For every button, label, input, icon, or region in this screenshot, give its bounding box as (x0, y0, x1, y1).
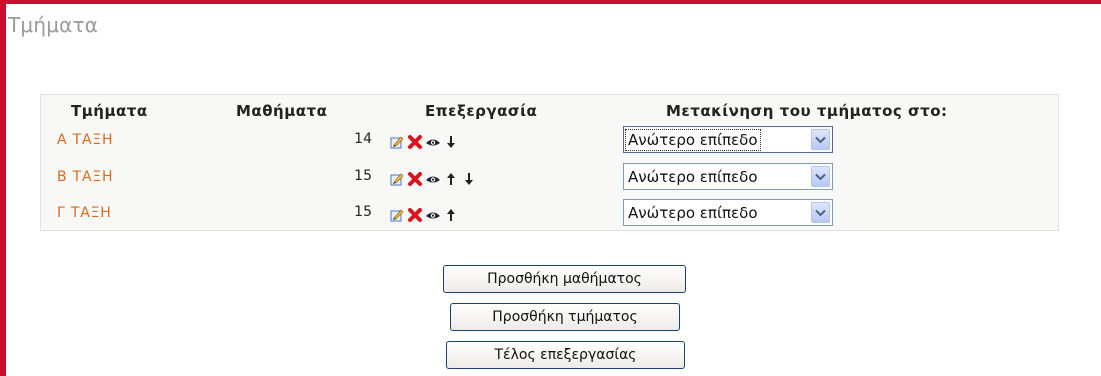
course-count: 15 (354, 204, 372, 220)
edit-actions (389, 206, 461, 224)
chevron-down-icon[interactable] (811, 129, 830, 150)
visibility-eye-icon[interactable] (425, 134, 443, 150)
edit-actions (389, 133, 461, 151)
column-header-categories: Τμήματα (71, 102, 148, 120)
move-to-selected-value: Ανώτερο επίπεδο (628, 204, 758, 222)
column-header-move-to: Μετακίνηση του τμήματος στο: (666, 102, 948, 120)
table-row: Γ ΤΑΞΗ 15 Ανώτερο επίπεδο (0, 199, 1101, 229)
move-to-select[interactable]: Ανώτερο επίπεδο (623, 199, 833, 226)
finish-editing-button[interactable]: Τέλος επεξεργασίας (446, 341, 685, 369)
add-course-button[interactable]: Προσθήκη μαθήματος (443, 265, 686, 293)
move-down-icon[interactable] (443, 134, 461, 150)
course-count: 15 (354, 168, 372, 184)
delete-icon[interactable] (407, 171, 425, 187)
move-up-icon[interactable] (443, 171, 461, 187)
category-link[interactable]: Β ΤΑΞΗ (57, 169, 113, 185)
course-count: 14 (354, 131, 372, 147)
move-to-selected-value: Ανώτερο επίπεδο (625, 129, 761, 151)
table-row: Α ΤΑΞΗ 14 Ανώτερο επίπεδο (0, 126, 1101, 156)
window-top-border (0, 0, 1101, 4)
delete-icon[interactable] (407, 134, 425, 150)
category-link[interactable]: Γ ΤΑΞΗ (57, 205, 112, 221)
visibility-eye-icon[interactable] (425, 207, 443, 223)
edit-actions (389, 170, 479, 188)
add-category-button[interactable]: Προσθήκη τμήματος (450, 303, 680, 331)
move-to-selected-value: Ανώτερο επίπεδο (628, 168, 758, 186)
chevron-down-icon[interactable] (811, 202, 830, 223)
move-up-icon[interactable] (443, 207, 461, 223)
edit-icon[interactable] (389, 171, 407, 187)
move-to-select[interactable]: Ανώτερο επίπεδο (623, 163, 833, 190)
column-header-courses: Μαθήματα (236, 102, 328, 120)
table-row: Β ΤΑΞΗ 15 Ανώτερο επίπεδο (0, 163, 1101, 193)
column-header-edit: Επεξεργασία (425, 102, 538, 120)
category-link[interactable]: Α ΤΑΞΗ (57, 132, 113, 148)
move-down-icon[interactable] (461, 171, 479, 187)
edit-icon[interactable] (389, 134, 407, 150)
move-to-select[interactable]: Ανώτερο επίπεδο (623, 126, 833, 153)
edit-icon[interactable] (389, 207, 407, 223)
chevron-down-icon[interactable] (811, 166, 830, 187)
delete-icon[interactable] (407, 207, 425, 223)
visibility-eye-icon[interactable] (425, 171, 443, 187)
page-title: Τμήματα (8, 13, 99, 37)
